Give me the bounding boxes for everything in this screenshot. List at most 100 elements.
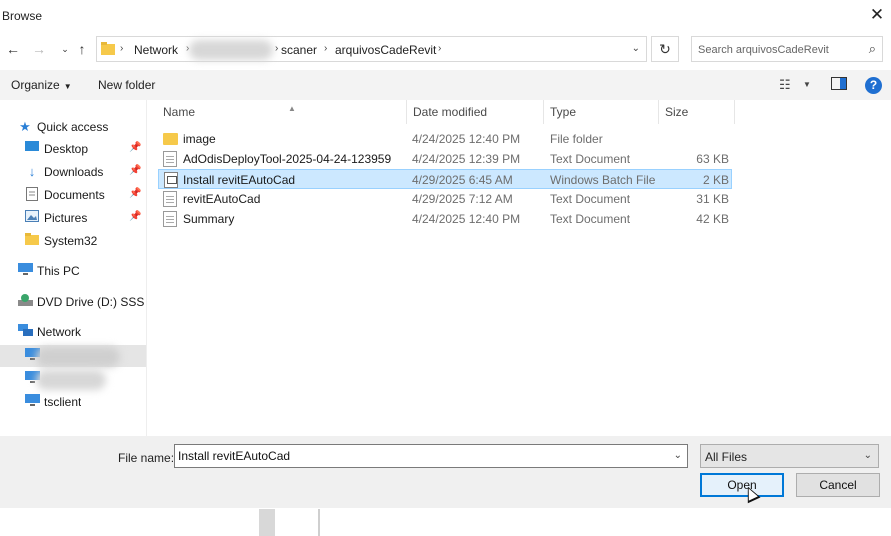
help-icon[interactable]: ? (865, 77, 882, 94)
background-divider (318, 509, 320, 536)
cancel-button[interactable]: Cancel (796, 473, 880, 497)
new-folder-button[interactable]: New folder (98, 78, 155, 92)
file-name-combobox[interactable]: ⌄ (174, 444, 688, 468)
file-type: Text Document (550, 152, 631, 166)
search-icon[interactable]: ⌕ (869, 41, 876, 57)
caret-down-icon: ▼ (63, 82, 72, 91)
column-header-name[interactable]: Name ▲ (157, 100, 407, 124)
file-type-value: All Files (705, 450, 748, 464)
breadcrumb-scaner[interactable]: scaner (281, 43, 317, 57)
navigation-pane: ★ Quick access Desktop 📌 ↓ Downloads 📌 D… (0, 100, 146, 436)
file-name-label: File name: (118, 451, 175, 465)
sidebar-item-desktop[interactable]: Desktop 📌 (0, 138, 146, 160)
sidebar-item-network-computer[interactable] (0, 345, 146, 367)
breadcrumb-separator-icon: › (438, 43, 442, 54)
pictures-icon (24, 210, 40, 226)
breadcrumb-separator-icon: › (120, 43, 124, 54)
sidebar-item-label: Documents (44, 188, 105, 202)
address-history-chevron-icon[interactable]: ⌄ (632, 43, 640, 54)
sidebar-item-network-computer[interactable] (0, 368, 146, 390)
pin-icon: 📌 (129, 188, 142, 199)
column-header-type[interactable]: Type (544, 100, 659, 124)
breadcrumb-current-folder[interactable]: arquivosCadeRevit (335, 43, 436, 57)
sidebar-item-downloads[interactable]: ↓ Downloads 📌 (0, 161, 146, 183)
background-scrollbar (259, 509, 275, 536)
sidebar-item-label: System32 (44, 234, 98, 248)
file-name: Install revitEAutoCad (183, 173, 296, 187)
sidebar-item-quick-access[interactable]: ★ Quick access (0, 116, 146, 138)
file-type-select[interactable]: All Files ⌄ (700, 444, 879, 468)
sidebar-item-network[interactable]: Network (0, 321, 146, 343)
file-date: 4/24/2025 12:40 PM (412, 212, 521, 226)
sidebar-item-label: DVD Drive (D:) SSS_X6 (37, 295, 144, 309)
sidebar-item-label: Desktop (44, 142, 89, 156)
network-icon (17, 324, 33, 340)
preview-pane-icon[interactable] (831, 77, 847, 93)
file-row[interactable]: image 4/24/2025 12:40 PM File folder (158, 129, 732, 149)
download-icon: ↓ (28, 164, 36, 179)
dvd-drive-icon (17, 294, 33, 310)
file-name: revitEAutoCad (183, 192, 261, 206)
back-arrow-icon[interactable]: ← (3, 39, 23, 59)
organize-menu-button[interactable]: Organize ▼ (11, 78, 72, 92)
sidebar-item-documents[interactable]: Documents 📌 (0, 184, 146, 206)
close-icon[interactable]: ✕ (867, 5, 887, 25)
address-bar[interactable]: › Network › › scaner › arquivosCadeRevit… (96, 36, 647, 62)
search-box[interactable]: ⌕ (691, 36, 883, 62)
column-header-date[interactable]: Date modified (407, 100, 544, 124)
sidebar-item-dvd-drive[interactable]: DVD Drive (D:) SSS_X6 (0, 291, 146, 313)
documents-icon (24, 187, 40, 203)
refresh-icon: ↻ (659, 41, 671, 57)
redacted-label (36, 370, 106, 390)
sidebar-item-tsclient[interactable]: tsclient (0, 391, 146, 413)
text-document-icon (163, 191, 177, 207)
refresh-button[interactable]: ↻ (651, 36, 679, 62)
file-row[interactable]: revitEAutoCad 4/29/2025 7:12 AM Text Doc… (158, 189, 732, 209)
organize-label: Organize (11, 78, 60, 92)
chevron-down-icon[interactable]: ⌄ (674, 450, 682, 461)
star-icon: ★ (19, 119, 31, 134)
file-row-selected[interactable]: Install revitEAutoCad 4/29/2025 6:45 AM … (158, 169, 732, 189)
column-header-size[interactable]: Size (659, 100, 735, 124)
open-button[interactable]: Open (700, 473, 784, 497)
search-input[interactable] (698, 41, 858, 59)
view-options-icon[interactable]: ☷ (779, 77, 791, 93)
sidebar-item-this-pc[interactable]: This PC (0, 260, 146, 282)
file-name: AdOdisDeployTool-2025-04-24-123959 (183, 152, 392, 166)
up-arrow-icon[interactable]: ↑ (72, 39, 92, 59)
window-title: Browse (2, 9, 43, 23)
file-size: 42 KB (696, 212, 729, 226)
file-date: 4/29/2025 7:12 AM (412, 192, 513, 206)
column-header-label: Name (163, 105, 196, 119)
folder-icon (24, 233, 40, 249)
background-window (0, 509, 891, 536)
folder-icon (101, 42, 115, 55)
file-row[interactable]: AdOdisDeployTool-2025-04-24-123959 4/24/… (158, 149, 732, 169)
computer-icon (24, 394, 40, 410)
file-row[interactable]: Summary 4/24/2025 12:40 PM Text Document… (158, 209, 732, 229)
file-date: 4/29/2025 6:45 AM (412, 173, 513, 187)
pin-icon: 📌 (129, 165, 142, 176)
sidebar-item-label: This PC (37, 264, 80, 278)
forward-arrow-icon[interactable]: → (29, 39, 49, 59)
folder-icon (163, 133, 178, 145)
caret-down-icon[interactable]: ▼ (803, 80, 811, 89)
breadcrumb-separator-icon: › (324, 43, 328, 54)
batch-file-icon (164, 172, 178, 188)
sidebar-item-label: Pictures (44, 211, 88, 225)
navigation-bar: ← → ⌄ ↑ › Network › › scaner › arquivosC… (0, 36, 891, 64)
file-type: Text Document (550, 212, 631, 226)
sort-ascending-icon: ▲ (288, 104, 296, 113)
file-size: 63 KB (696, 152, 729, 166)
redacted-breadcrumb (189, 40, 273, 60)
file-size: 31 KB (696, 192, 729, 206)
file-list: Name ▲ Date modified Type Size image 4/2… (147, 100, 891, 436)
file-name-input[interactable] (178, 448, 658, 464)
breadcrumb-network[interactable]: Network (134, 43, 178, 57)
column-header-label: Date modified (413, 105, 488, 119)
sidebar-item-pictures[interactable]: Pictures 📌 (0, 207, 146, 229)
breadcrumb-separator-icon: › (275, 43, 279, 54)
file-date: 4/24/2025 12:39 PM (412, 152, 521, 166)
sidebar-item-system32[interactable]: System32 (0, 230, 146, 252)
text-document-icon (163, 151, 177, 167)
